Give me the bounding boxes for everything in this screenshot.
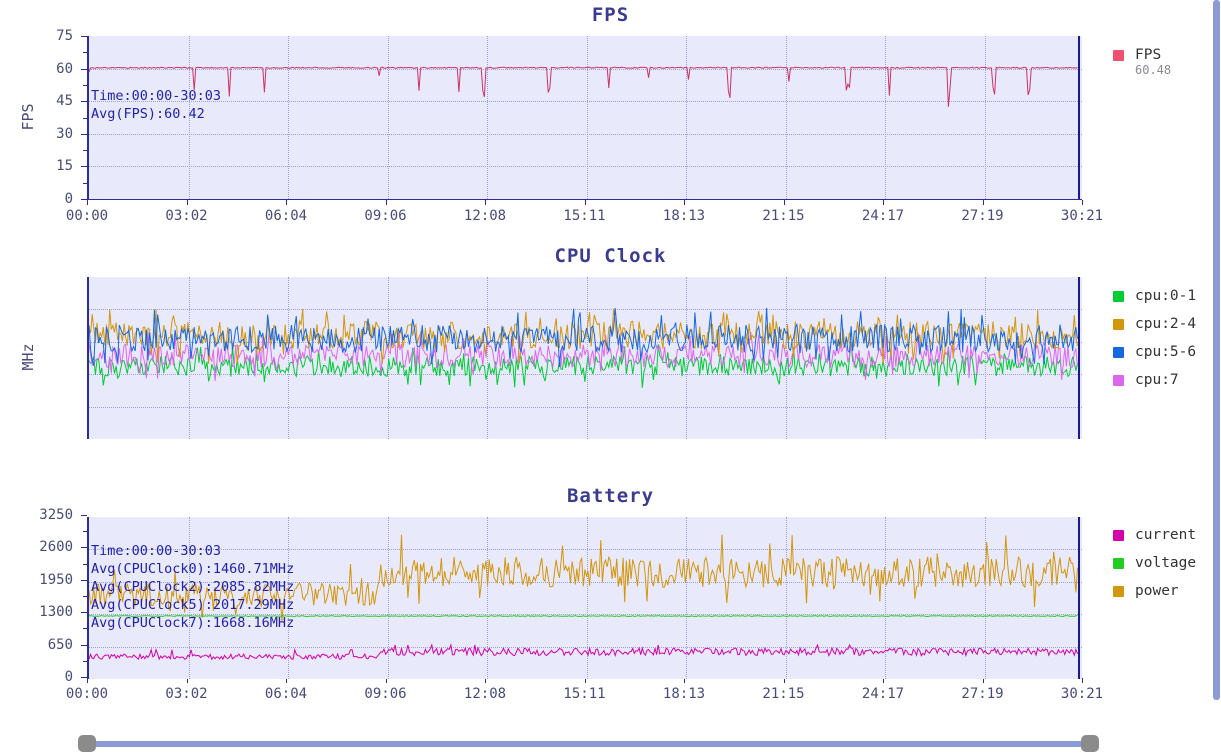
range-slider-left-handle[interactable] <box>78 735 96 752</box>
time-cursor-line[interactable] <box>1078 277 1080 439</box>
x-axis-tick-label: 18:13 <box>662 208 706 224</box>
power-legend-swatch-icon <box>1113 585 1124 597</box>
battery-chart-title: Battery <box>566 485 655 507</box>
x-axis-tick-label: 00:00 <box>65 208 109 224</box>
series-canvas <box>89 534 1078 661</box>
current-legend-swatch-icon <box>1113 529 1124 541</box>
range-slider-track[interactable] <box>86 741 1091 747</box>
legend-item[interactable]: voltage <box>1113 549 1196 577</box>
x-axis-tick-mark <box>485 200 486 205</box>
fps-legend: FPS 60.48 <box>1113 41 1171 77</box>
x-axis-tick-mark <box>584 200 586 205</box>
y-axis-tick-mark <box>81 36 87 37</box>
fps-legend-value: 60.48 <box>1135 63 1172 77</box>
y-axis-minor-tick <box>83 117 87 119</box>
y-axis-tick-label: 60 <box>56 60 73 77</box>
x-axis-tick-label: 15:11 <box>563 208 606 224</box>
y-axis-tick-mark <box>81 133 87 135</box>
legend-item[interactable]: power <box>1113 577 1196 605</box>
x-axis-tick-label: 27:19 <box>961 208 1004 224</box>
legend-item[interactable]: cpu:7 <box>1113 366 1196 394</box>
legend-item[interactable]: cpu:0-1 <box>1113 282 1196 310</box>
legend-item-label: power <box>1135 583 1179 599</box>
y-axis-tick-label: 45 <box>56 93 73 110</box>
x-axis-tick-mark <box>982 200 984 205</box>
performance-monitor-window: FPS FPS 75 60 45 30 15 0 00:00 03:02 06:04 09:06 1… <box>0 0 1221 755</box>
x-axis-tick-mark <box>1082 200 1083 205</box>
x-axis-tick-mark <box>186 200 188 205</box>
legend-item-label: voltage <box>1135 555 1197 571</box>
y-axis-tick-label: 0 <box>64 191 73 207</box>
fps-chart-panel: FPS FPS 75 60 45 30 15 0 00:00 03:02 06:04 09:06 1… <box>0 0 1221 238</box>
legend-item-label: FPS <box>1135 47 1162 63</box>
x-axis-tick-mark <box>684 200 685 205</box>
battery-plot-area[interactable] <box>87 517 1082 679</box>
legend-item[interactable]: cpu:5-6 <box>1113 338 1196 366</box>
cpu-0-1-legend-swatch-icon <box>1113 290 1124 302</box>
page-scrollbar[interactable] <box>1212 0 1221 755</box>
y-axis-minor-tick <box>83 150 87 152</box>
battery-legend: current voltage power <box>1113 521 1196 605</box>
battery-chart-panel: Battery 100008000600040002000000:0003:02… <box>0 478 1221 718</box>
cpu-clock-chart-title: CPU Clock <box>554 245 667 267</box>
cpu-clock-plot-area[interactable] <box>87 277 1082 439</box>
y-axis-tick-label: 75 <box>56 28 73 44</box>
cpu-clock-chart-panel: CPU Clock MHz 3250 2600 1950 1300 650 0 00:00 0… <box>0 238 1221 701</box>
battery-series-line-power <box>89 534 1078 622</box>
x-axis-tick-mark <box>286 200 287 205</box>
y-axis-minor-tick <box>83 84 87 86</box>
y-axis-tick-mark <box>81 166 87 168</box>
x-axis-tick-label: 03:02 <box>165 208 208 224</box>
legend-item-label: cpu:5-6 <box>1135 344 1197 360</box>
fps-legend-swatch-icon <box>1113 49 1124 61</box>
x-axis-tick-mark <box>385 200 387 205</box>
legend-item-label: current <box>1135 527 1197 543</box>
y-axis-tick-label: 30 <box>56 125 73 142</box>
y-axis-tick-mark <box>81 68 87 70</box>
y-axis-minor-tick <box>83 52 87 54</box>
fps-chart-title: FPS <box>591 4 630 26</box>
x-axis-tick-label: 30:21 <box>1060 208 1104 224</box>
legend-item-label: cpu:7 <box>1135 372 1179 388</box>
fps-series-line <box>89 66 1078 107</box>
y-axis-minor-tick <box>83 182 87 184</box>
fps-plot-area[interactable] <box>87 36 1082 199</box>
x-axis-tick-label: 21:15 <box>762 208 805 224</box>
voltage-legend-swatch-icon <box>1113 557 1124 569</box>
time-cursor-line[interactable] <box>1078 517 1080 679</box>
cpu-2-4-legend-swatch-icon <box>1113 318 1124 330</box>
x-axis-tick-label: 09:06 <box>364 208 407 224</box>
x-axis-tick-label: 24:17 <box>861 208 905 224</box>
cpu-5-6-legend-swatch-icon <box>1113 346 1124 358</box>
page-scrollbar-thumb[interactable] <box>1213 0 1220 700</box>
legend-item[interactable]: cpu:2-4 <box>1113 310 1196 338</box>
cpu-clock-legend: cpu:0-1 cpu:2-4 cpu:5-6 cpu:7 <box>1113 282 1196 394</box>
time-range-slider[interactable] <box>78 735 1099 753</box>
legend-item[interactable]: current <box>1113 521 1196 549</box>
x-axis-tick-label: 12:08 <box>463 208 507 224</box>
legend-item-label: cpu:2-4 <box>1135 316 1197 332</box>
x-axis-tick-label: 06:04 <box>264 208 308 224</box>
cpu-7-legend-swatch-icon <box>1113 374 1124 386</box>
time-cursor-line[interactable] <box>1078 36 1080 199</box>
series-canvas <box>89 307 1078 388</box>
x-axis-line <box>85 199 1082 200</box>
x-axis-tick-mark <box>87 200 88 205</box>
cpu-clock-y-axis-label: MHz <box>19 343 37 371</box>
series-canvas <box>89 66 1078 107</box>
range-slider-right-handle[interactable] <box>1081 735 1099 752</box>
y-axis-tick-label: 15 <box>56 158 73 175</box>
battery-series-line-current <box>89 643 1078 661</box>
battery-series-line-voltage <box>89 615 1078 618</box>
legend-item-label: cpu:0-1 <box>1135 288 1197 304</box>
x-axis-tick-mark <box>883 200 884 205</box>
y-axis-tick-mark <box>81 101 87 103</box>
x-axis-tick-mark <box>783 200 785 205</box>
